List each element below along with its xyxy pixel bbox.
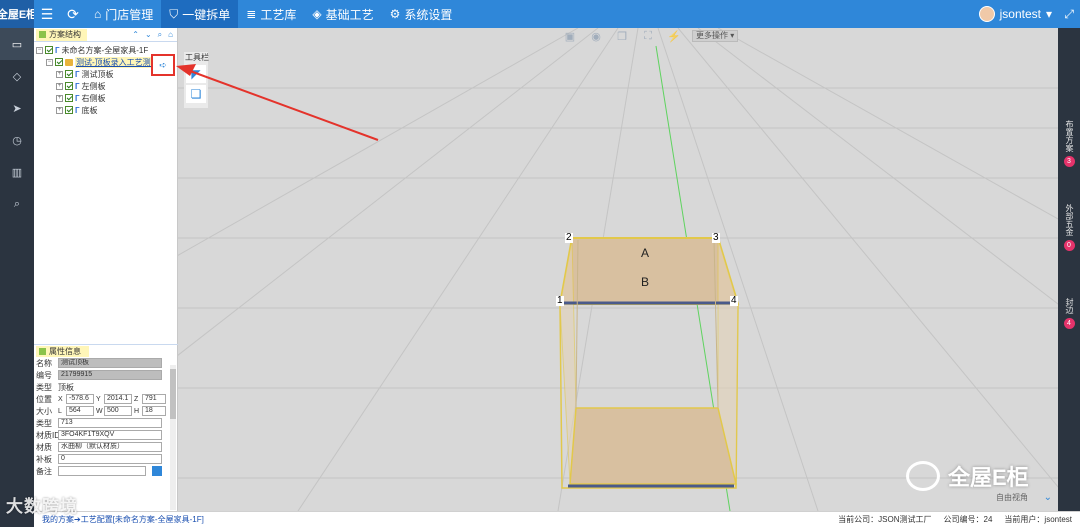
count-badge: 0 (1063, 240, 1075, 251)
annotation-arrow-line (181, 67, 379, 141)
right-rail-layout-scheme[interactable]: 布置方案 3 (1058, 120, 1080, 167)
count-badge: 3 (1063, 156, 1075, 167)
right-rail-label: 封边 (1065, 298, 1074, 314)
watermark-right: 全屋E柜 (906, 460, 1029, 492)
company-number: 公司编号：24 (943, 515, 993, 524)
status-info: 当前公司：JSON测试工厂 公司编号：24 当前用户：jsontest (838, 514, 1080, 525)
count-badge: 4 (1063, 318, 1075, 329)
watermark-left: 大数跨境 (6, 492, 78, 517)
wechat-icon (906, 461, 940, 491)
right-rail-external-hardware[interactable]: 外部五金 0 (1058, 204, 1080, 251)
right-rail: 布置方案 3 外部五金 0 封边 4 (1058, 28, 1080, 511)
watermark-left-text: 大数跨境 (6, 497, 78, 516)
right-rail-label: 布置方案 (1065, 120, 1074, 152)
current-user: 当前用户：jsontest (1004, 515, 1072, 524)
current-company: 当前公司：JSON测试工厂 (838, 515, 932, 524)
annotation-overlay (176, 64, 379, 141)
watermark-right-text: 全屋E柜 (948, 465, 1029, 490)
annotation-arrow-head (176, 64, 196, 76)
status-bar: 我的方案➔工艺配置[未命名方案-全屋家具-1F] 当前公司：JSON测试工厂 公… (34, 511, 1080, 527)
right-rail-edge-banding[interactable]: 封边 4 (1058, 298, 1080, 329)
right-rail-label: 外部五金 (1065, 204, 1074, 236)
